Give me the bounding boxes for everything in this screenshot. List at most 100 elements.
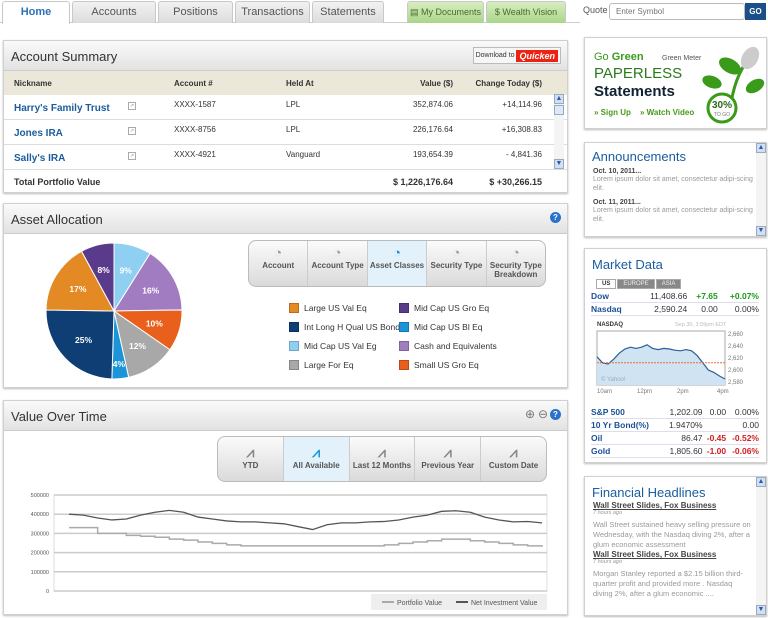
market-row[interactable]: Nasdaq 2,590.24 0.00 0.00% — [591, 302, 759, 316]
tab-positions[interactable]: Positions — [158, 1, 233, 23]
headline-summary: Wall Street sustained heavy selling pres… — [593, 520, 751, 549]
account-nickname-link[interactable]: Sally's IRA — [14, 153, 65, 164]
scroll-up-icon[interactable]: ▲ — [554, 94, 564, 104]
range-custom-date-button[interactable]: ⩘ Custom Date — [481, 437, 546, 481]
pie-chart-icon: ◔ — [333, 245, 342, 260]
market-name: S&P 500 — [591, 406, 662, 419]
go-green-banner[interactable]: Go Green Green Meter PAPERLESS Statement… — [584, 37, 767, 129]
legend-swatch — [289, 322, 299, 332]
pie-label: 9% — [120, 265, 133, 275]
x-tick-label: 2pm — [677, 389, 689, 395]
headline-link[interactable]: Wall Street Slides, Fox Business — [593, 501, 751, 510]
view-security-type-button[interactable]: ◔ Security Type — [427, 241, 487, 286]
view-account-type-button[interactable]: ◔ Account Type — [308, 241, 368, 286]
market-tab-asia[interactable]: ASIA — [655, 279, 682, 289]
market-value: 1,805.60 — [661, 444, 703, 458]
announcement-text: Lorem ipsum dolor sit amet, consectetur … — [593, 176, 753, 192]
scroll-down-icon[interactable]: ▼ — [756, 605, 766, 615]
tab-statements[interactable]: Statements — [312, 1, 384, 23]
market-row[interactable]: S&P 500 1,202.09 0.00 0.00% — [591, 406, 759, 419]
market-chg — [702, 418, 727, 432]
scroll-down-icon[interactable]: ▼ — [554, 159, 564, 169]
y-tick-label: 400000 — [31, 512, 49, 518]
pie-label: 16% — [142, 285, 159, 295]
download-quicken-button[interactable]: Download to Quicken — [472, 47, 561, 64]
legend-item: Small US Gro Eq — [399, 360, 479, 370]
range-last-12-months-button[interactable]: ⩘ Last 12 Months — [350, 437, 416, 481]
announcement-date[interactable]: Oct. 11, 2011... — [593, 199, 753, 206]
headline-link[interactable]: Wall Street Slides, Fox Business — [593, 550, 751, 559]
scroll-up-icon[interactable]: ▲ — [756, 477, 766, 487]
x-tick-label: 10am — [597, 389, 612, 395]
range-ytd-button[interactable]: ⩘ YTD — [218, 437, 284, 481]
y-tick-label: 500000 — [31, 493, 49, 499]
help-icon[interactable]: ? — [550, 409, 561, 420]
download-label: Download to — [475, 52, 515, 59]
tab-transactions[interactable]: Transactions — [235, 1, 310, 23]
legend-item: Int Long H Qual US Bond — [289, 322, 400, 332]
watch-video-link[interactable]: » Watch Video — [640, 108, 694, 117]
market-row[interactable]: Oil 86.47 -0.45 -0.52% — [591, 431, 759, 445]
y-tick-label: 200000 — [31, 551, 49, 557]
go-button[interactable]: GO — [745, 3, 766, 20]
market-tab-us[interactable]: US — [596, 279, 617, 289]
range-previous-year-button[interactable]: ⩘ Previous Year — [415, 437, 482, 481]
y-tick-label: 2,600 — [728, 368, 744, 374]
statements-text: Statements — [594, 83, 675, 100]
y-tick-label: 2,640 — [728, 344, 744, 350]
view-security-type-breakdown-button[interactable]: ◔ Security Type Breakdown — [487, 241, 545, 286]
headline-age: 7 hours ago — [593, 510, 623, 516]
held-at: LPL — [286, 100, 301, 109]
x-tick-label: 4pm — [717, 389, 729, 395]
quote-label: Quote — [583, 5, 608, 15]
account-nickname-link[interactable]: Harry's Family Trust — [14, 103, 110, 114]
tab-accounts[interactable]: Accounts — [72, 1, 156, 23]
edit-nickname-icon[interactable]: ↗ — [128, 102, 136, 110]
quicken-logo: Quicken — [516, 49, 558, 62]
sign-up-link[interactable]: » Sign Up — [594, 108, 631, 117]
scroll-up-icon[interactable]: ▲ — [756, 143, 766, 153]
announcement-date[interactable]: Oct. 10, 2011... — [593, 168, 753, 175]
headlines-scrollbar[interactable]: ▲ ▼ — [756, 477, 766, 615]
account-nickname-link[interactable]: Jones IRA — [14, 128, 63, 139]
change-today: +14,114.96 — [502, 100, 542, 109]
zoom-out-icon[interactable]: ⊖ — [538, 407, 548, 421]
zoom-in-icon[interactable]: ⊕ — [525, 407, 535, 421]
green-meter-icon — [702, 46, 765, 124]
help-icon[interactable]: ? — [550, 212, 561, 223]
market-name: Dow — [591, 290, 635, 303]
edit-nickname-icon[interactable]: ↗ — [128, 127, 136, 135]
tab-wealth-vision[interactable]: $ Wealth Vision — [486, 1, 566, 23]
scroll-thumb[interactable] — [554, 105, 564, 115]
range-label: Custom Date — [488, 461, 539, 470]
y-tick-label: 300000 — [31, 531, 49, 537]
pie-chart-icon: ◔ — [393, 245, 401, 260]
market-row[interactable]: Gold 1,805.60 -1.00 -0.06% — [591, 444, 759, 458]
market-row[interactable]: Dow 11,408.66 +7.65 +0.07% — [591, 290, 759, 303]
range-all-available-button[interactable]: ⩘ All Available — [283, 437, 350, 481]
tab-my-documents[interactable]: ▤ My Documents — [407, 1, 484, 23]
tab-home[interactable]: Home — [2, 1, 70, 24]
edit-nickname-icon[interactable]: ↗ — [128, 152, 136, 160]
table-header: Nickname Account # Held At Value ($) Cha… — [4, 71, 567, 95]
symbol-input[interactable] — [609, 3, 745, 20]
col-value: Value ($) — [420, 79, 453, 88]
announcements-scrollbar[interactable]: ▲ ▼ — [756, 143, 766, 236]
view-asset-classes-button[interactable]: ◔ Asset Classes — [367, 241, 428, 286]
held-at: Vanguard — [286, 150, 321, 159]
accounts-scrollbar[interactable]: ▲ ▼ — [554, 94, 564, 169]
headline-text: Wall Street Slides, Fox Business — [593, 550, 717, 559]
value-over-time-chart: 500000 400000 300000 200000 100000 0 Portfolio… — [31, 493, 548, 610]
range-label: All Available — [292, 461, 340, 470]
view-label: Account — [262, 261, 295, 270]
scroll-down-icon[interactable]: ▼ — [756, 226, 766, 236]
pie-label: 4% — [113, 359, 126, 369]
market-row[interactable]: 10 Yr Bond(%) 1.9470% 0.00 — [591, 418, 759, 432]
view-account-button[interactable]: ◔ Account — [249, 241, 309, 286]
line-chart-icon: ⩘ — [312, 444, 321, 460]
market-chg: -0.45 — [702, 431, 727, 445]
market-tab-europe[interactable]: EUROPE — [617, 279, 655, 289]
total-label: Total Portfolio Value — [14, 177, 101, 187]
col-held-at: Held At — [286, 79, 314, 88]
legend-label: Small US Gro Eq — [414, 360, 479, 370]
